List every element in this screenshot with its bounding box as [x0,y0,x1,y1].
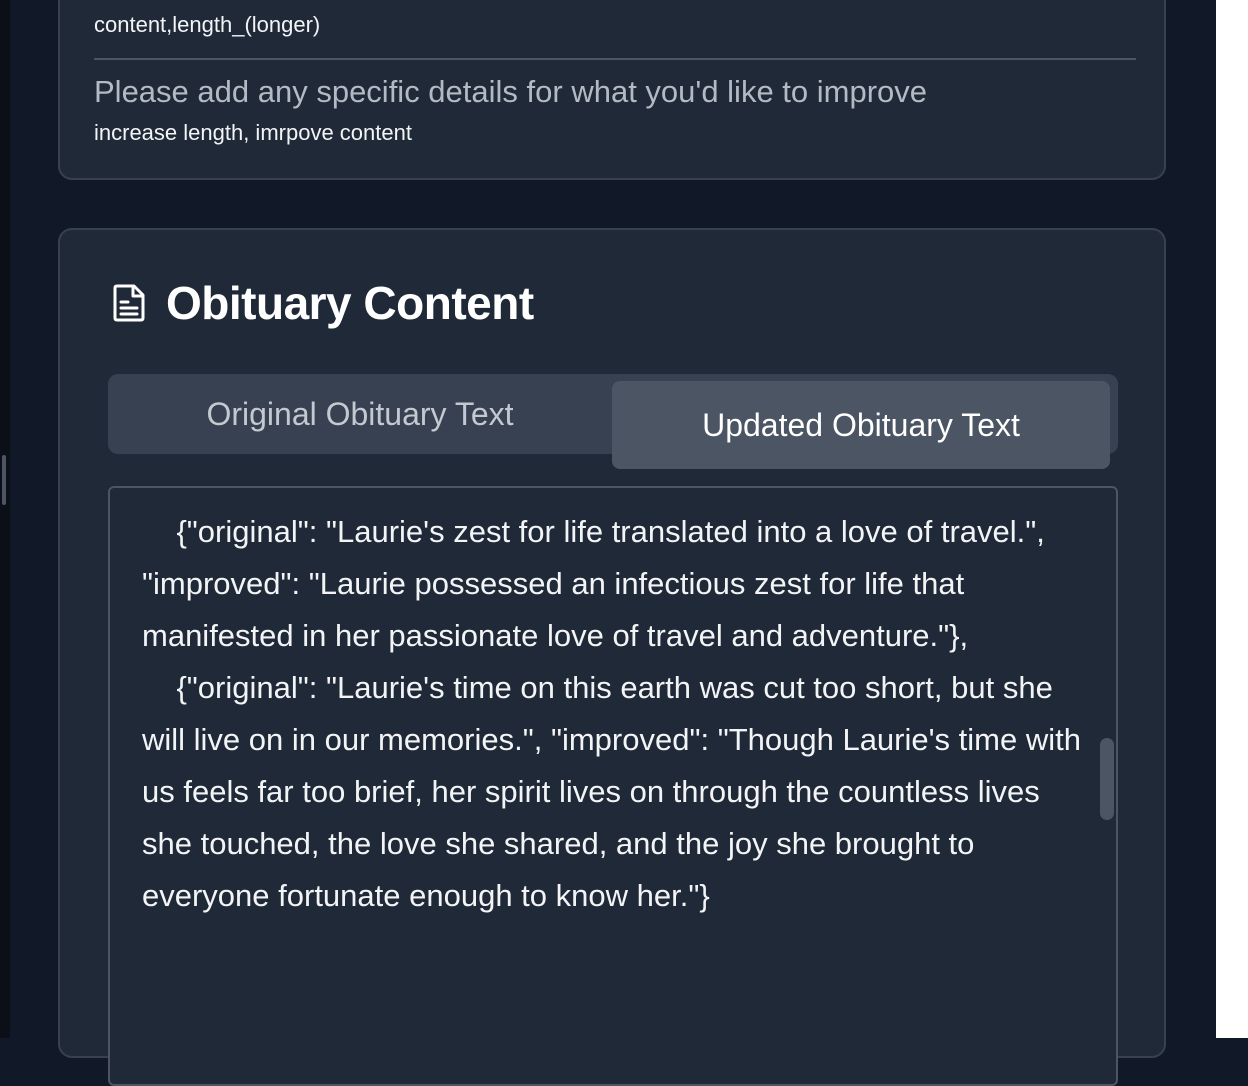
left-gutter [0,0,10,1038]
obituary-content-card: Obituary Content Original Obituary Text … [58,228,1166,1086]
tab-updated-obituary-text[interactable]: Updated Obituary Text [612,381,1110,469]
section-header: Obituary Content [112,276,534,330]
improvement-selection-value: content,length_(longer) [94,12,321,37]
tab-bar: Original Obituary Text Updated Obituary … [108,374,1118,469]
document-icon [112,284,146,322]
obituary-text-content: {"original": "Laurie's zest for life tra… [142,514,1081,913]
resize-handle[interactable] [2,455,6,505]
field-divider [94,58,1136,60]
improvement-options-card: content,length_(longer) Please add any s… [58,0,1166,180]
details-label: Please add any specific details for what… [94,74,928,109]
scrollbar-thumb[interactable] [1100,738,1114,820]
section-title: Obituary Content [166,277,534,329]
window-edge [1216,0,1248,1038]
details-value[interactable]: increase length, imrpove content [94,120,412,146]
obituary-text-output[interactable]: {"original": "Laurie's zest for life tra… [108,486,1118,1086]
tab-original-obituary-text[interactable]: Original Obituary Text [108,374,612,454]
